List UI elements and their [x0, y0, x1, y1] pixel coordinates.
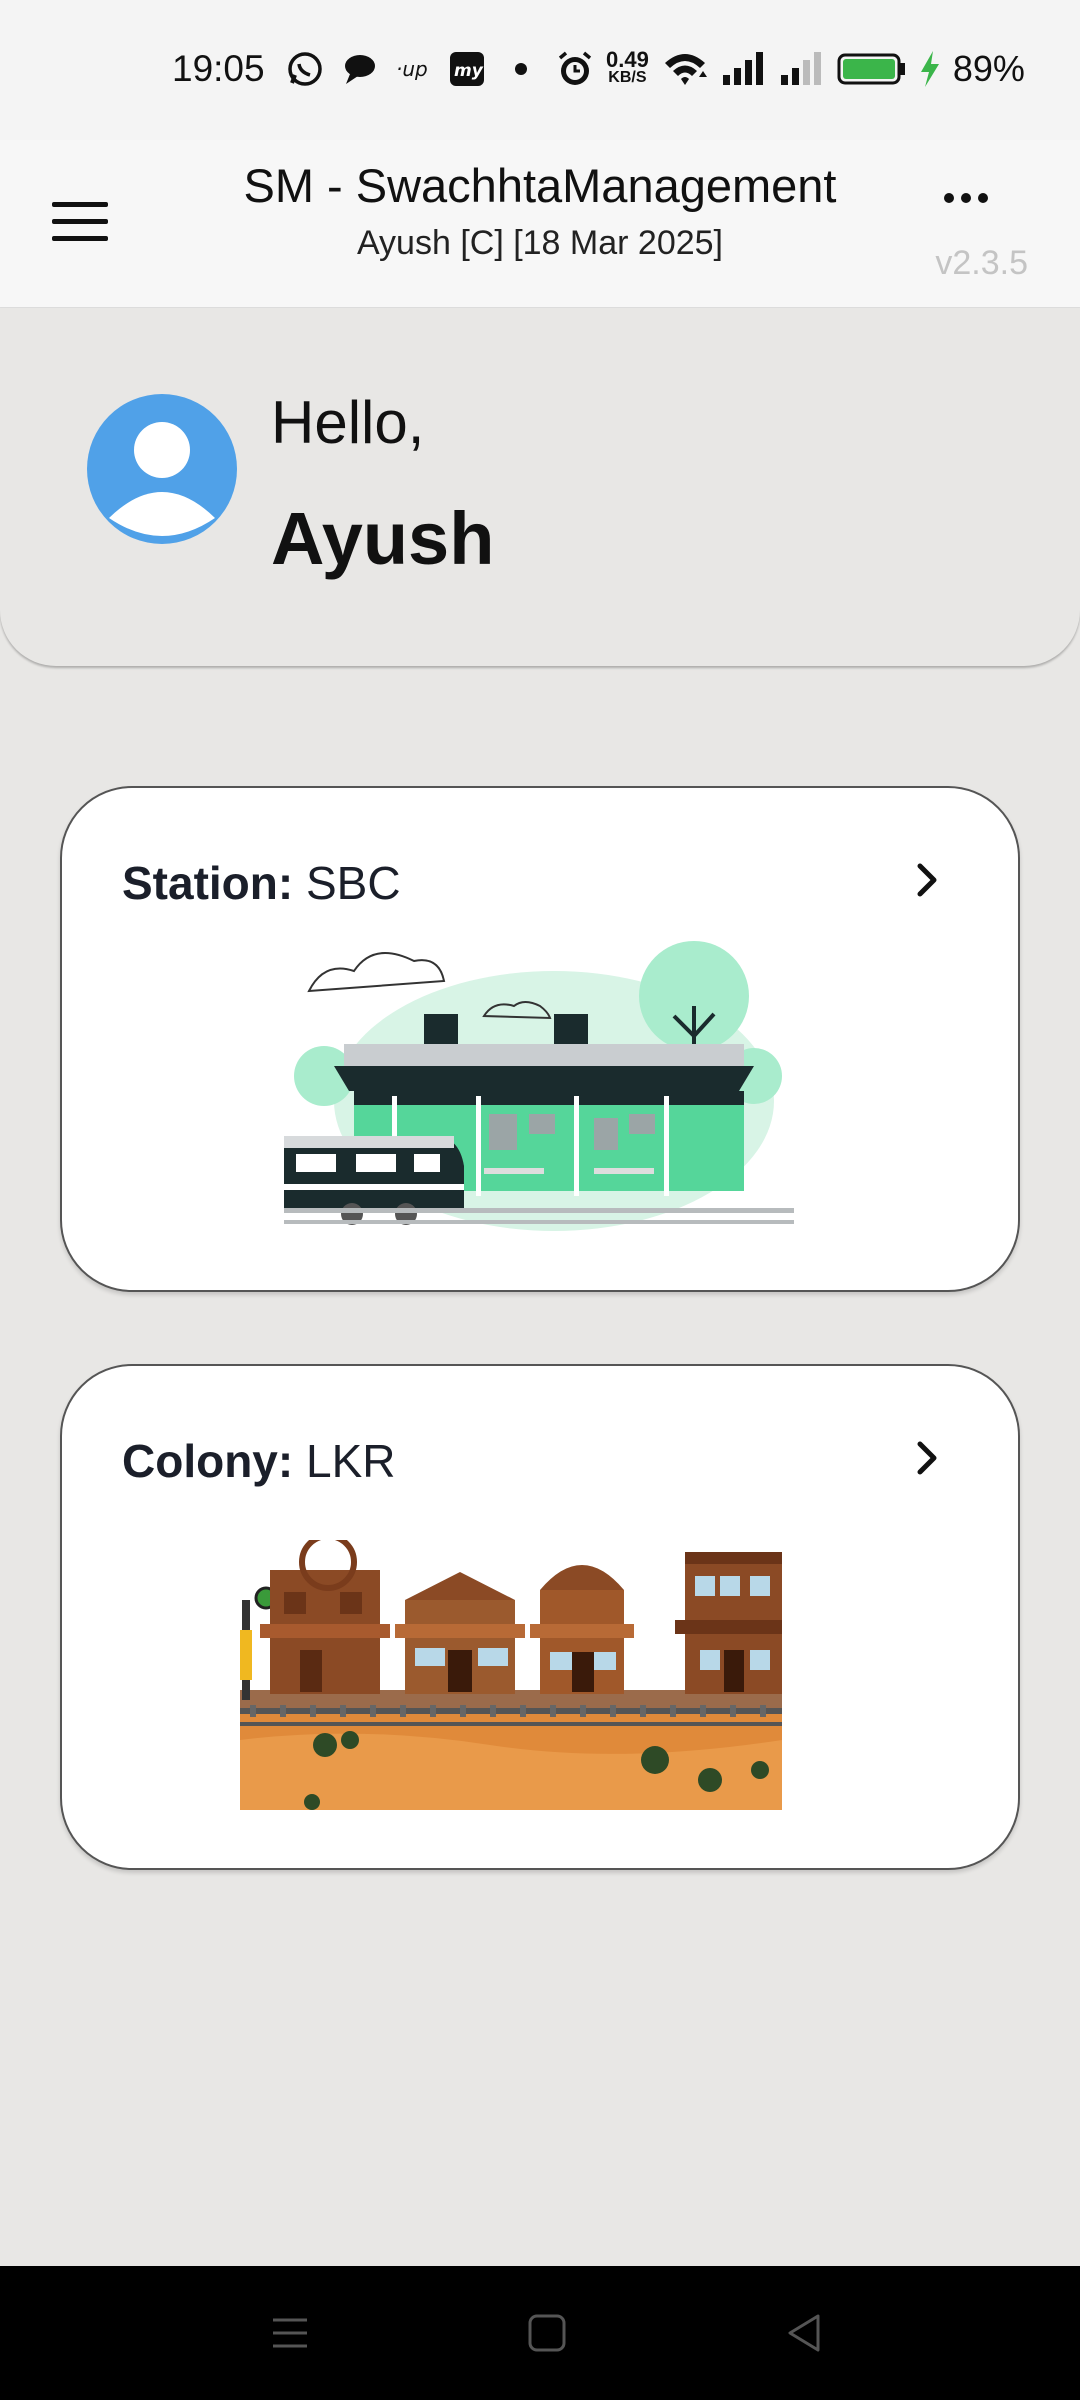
app-version: v2.3.5 [935, 244, 1028, 282]
recents-icon[interactable] [265, 2308, 315, 2358]
up-icon: ·up [396, 57, 428, 81]
chevron-right-icon[interactable] [908, 1438, 948, 1478]
whatsapp-icon [288, 52, 322, 86]
colony-label: Colony: LKR [122, 1434, 395, 1488]
railway-station-illustration [284, 941, 794, 1231]
battery-icon [837, 53, 905, 85]
alarm-icon [558, 51, 592, 85]
menu-line [52, 218, 108, 224]
system-icons: 0.49 KB/S 89% [556, 48, 1025, 90]
app-subtitle: Ayush [C] [18 Mar 2025] [356, 224, 723, 262]
charging-icon [920, 51, 939, 87]
notification-icons: ·up my [286, 50, 540, 88]
signal-icon [722, 52, 763, 85]
back-icon[interactable] [780, 2308, 830, 2358]
station-label-key: Station: [122, 857, 294, 909]
wild-west-colony-illustration [240, 1540, 782, 1810]
battery-percentage: 89% [952, 48, 1025, 89]
colony-label-value: LKR [305, 1435, 396, 1487]
chat-icon [345, 55, 375, 84]
greeting-panel: Hello, Ayush [0, 308, 1080, 666]
dot [961, 193, 971, 203]
svg-text:my: my [454, 61, 484, 81]
more-options-icon[interactable] [935, 178, 997, 218]
colony-label-key: Colony: [122, 1435, 294, 1487]
station-label-value: SBC [305, 857, 401, 909]
dot [944, 193, 954, 203]
greeting-username: Ayush [271, 497, 495, 580]
status-time: 19:05 [172, 48, 265, 89]
station-card[interactable]: Station: SBC [60, 786, 1020, 1292]
dot [978, 193, 988, 203]
dot-icon [515, 63, 527, 75]
chevron-right-icon[interactable] [908, 860, 948, 900]
home-icon[interactable] [522, 2308, 572, 2358]
avatar[interactable] [87, 394, 237, 544]
net-speed-unit: KB/S [608, 69, 647, 86]
wifi-icon [664, 54, 707, 85]
system-navigation-bar [0, 2266, 1080, 2400]
signal-icon-2 [780, 52, 821, 85]
my-app-icon: my [450, 52, 484, 86]
net-speed-value: 0.49 [606, 47, 649, 72]
colony-card[interactable]: Colony: LKR [60, 1364, 1020, 1870]
greeting-hello: Hello, [271, 389, 425, 456]
net-speed: 0.49 KB/S [606, 47, 649, 87]
station-label: Station: SBC [122, 856, 401, 910]
status-bar: 19:05 ·up my 0.49 KB/S 89% [0, 0, 1080, 140]
user-icon [109, 422, 215, 536]
app-header: SM - SwachhtaManagement Ayush [C] [18 Ma… [0, 140, 1080, 308]
app-title: SM - SwachhtaManagement [243, 159, 837, 212]
svg-text:·up: ·up [396, 57, 428, 81]
